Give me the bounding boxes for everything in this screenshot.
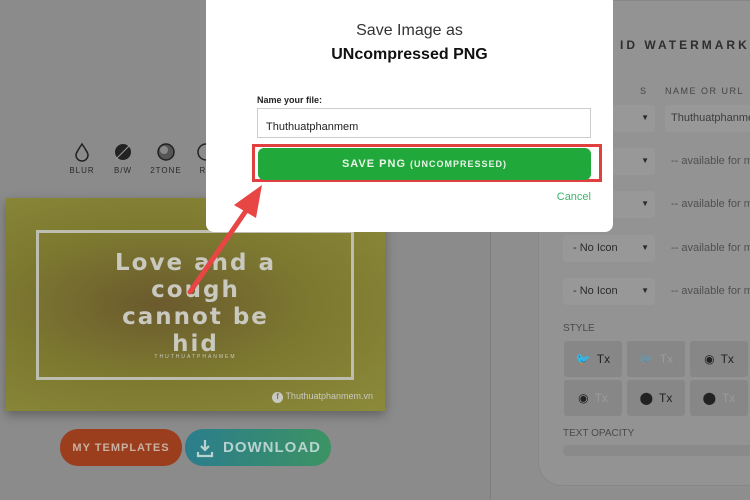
annotation-arrow [187, 185, 262, 295]
